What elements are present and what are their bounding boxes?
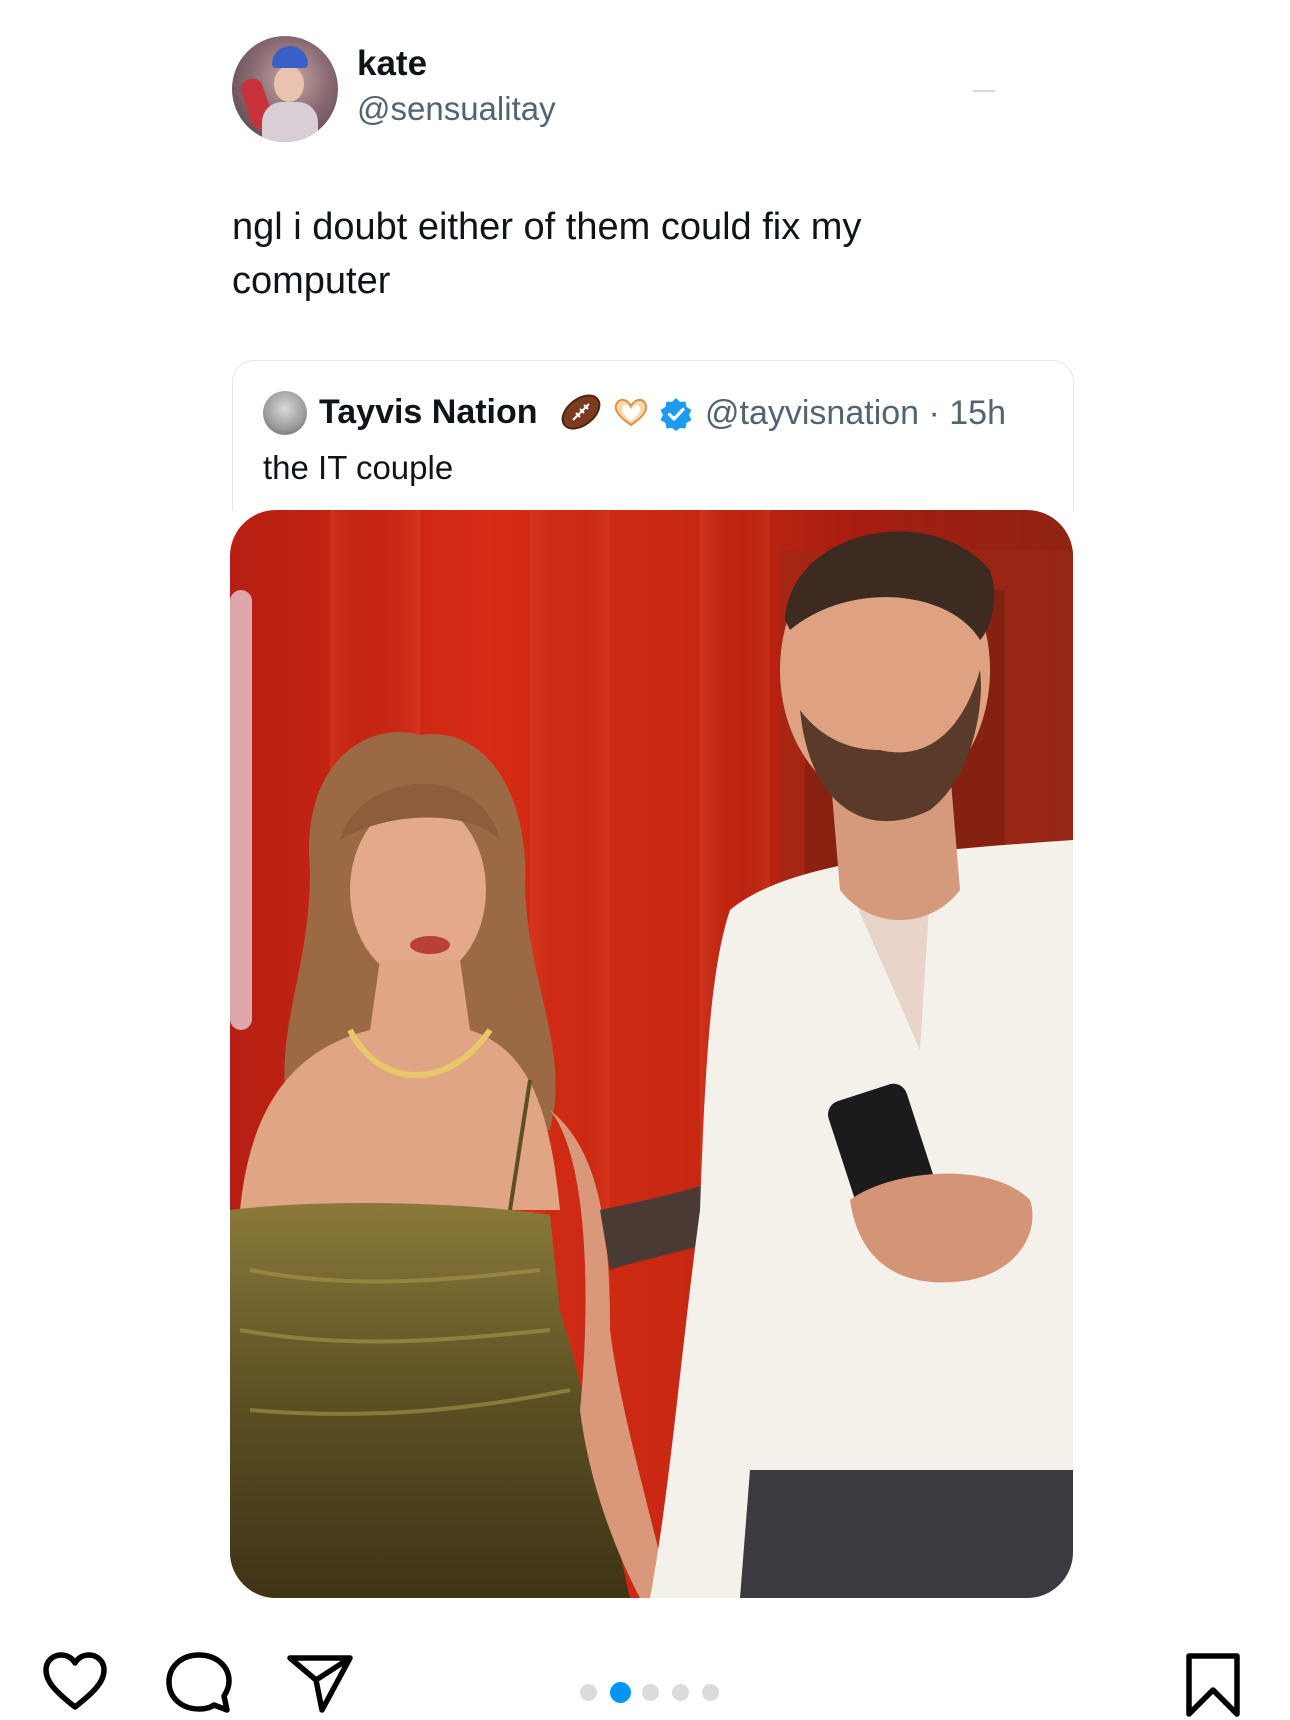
divider [973, 90, 995, 92]
heart-icon[interactable] [42, 1652, 108, 1712]
quoted-tweet-text: the IT couple [263, 449, 454, 486]
carousel-dot [672, 1684, 689, 1701]
comment-icon[interactable] [166, 1652, 232, 1714]
share-icon[interactable] [286, 1652, 354, 1714]
author-display-name[interactable]: kate [357, 44, 427, 84]
carousel-dot [580, 1684, 597, 1701]
post-photo[interactable] [230, 510, 1073, 1598]
heart-hands-icon [614, 398, 648, 427]
post: kate @sensualitay ngl i doubt either of … [0, 0, 1290, 1610]
action-bar [0, 1620, 1290, 1720]
quoted-author-meta[interactable]: @tayvisnation · 15h [705, 394, 1006, 433]
carousel-dot [702, 1684, 719, 1701]
tweet-text: ngl i doubt either of them could fix my … [232, 206, 862, 302]
author-avatar[interactable] [232, 36, 338, 142]
carousel-dot [642, 1684, 659, 1701]
author-handle[interactable]: @sensualitay [357, 90, 556, 128]
verified-icon [660, 398, 692, 431]
quoted-author-name[interactable]: Tayvis Nation [319, 393, 538, 432]
quoted-tweet-card[interactable]: Tayvis Nation @tayvisnation · 15h the IT… [232, 360, 1074, 511]
bookmark-icon[interactable] [1184, 1652, 1242, 1718]
quoted-author-avatar[interactable] [263, 391, 307, 435]
photo-illustration [230, 510, 1073, 1598]
football-icon [561, 394, 601, 430]
carousel-dot-active [610, 1682, 631, 1703]
